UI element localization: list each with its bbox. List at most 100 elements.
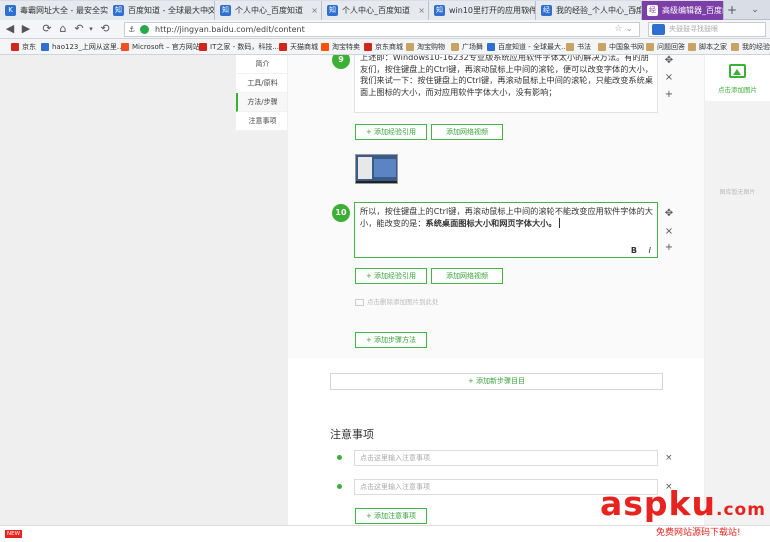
thumbnail-desktop	[374, 159, 396, 177]
bookmark-star-icon[interactable]: ☆ ⌄	[615, 23, 633, 36]
bookmark-item[interactable]: 书法	[566, 39, 591, 55]
bookmark-icon	[11, 43, 19, 51]
bookmark-item[interactable]: 中国象书网	[598, 39, 644, 55]
bold-format-button[interactable]: B	[631, 246, 637, 255]
add-note-button[interactable]: + 添加注意事项	[355, 508, 427, 524]
bookmark-item[interactable]: IT之家 - 数码，科技...	[199, 39, 279, 55]
add-section-button[interactable]: + 添加新步骤目目	[330, 373, 663, 390]
add-video-button[interactable]: 添加网络视频	[431, 124, 503, 140]
bookmark-item[interactable]: 淘宝特卖	[321, 39, 360, 55]
bookmark-item[interactable]: hao123_上网从这里...	[41, 39, 124, 55]
close-icon[interactable]: ×	[662, 72, 676, 83]
notes-title: 注意事项	[330, 428, 374, 441]
tab-bar: K 毒霸网址大全 - 最安全实... × 知 百度知道 - 全球最大中文... …	[0, 0, 770, 20]
baidu-zhidao-icon: 知	[113, 5, 124, 16]
site-info-icon[interactable]: ⚓	[128, 23, 135, 36]
browser-tab[interactable]: 知 个人中心_百度知道 ×	[322, 1, 429, 20]
browser-tab-active[interactable]: 经 高级编辑器_百度经验	[642, 1, 724, 20]
bookmark-label: Microsoft – 官方网站	[132, 43, 200, 51]
add-video-button[interactable]: 添加网络视频	[431, 268, 503, 284]
url-field[interactable]: ⚓ http://jingyan.baidu.com/edit/content …	[124, 22, 640, 37]
folder-icon	[646, 43, 654, 51]
add-reference-button[interactable]: + 添加经验引用	[355, 124, 427, 140]
tab-label: 高级编辑器_百度经验	[662, 6, 723, 15]
nav-item-steps[interactable]: 方法/步骤	[236, 93, 287, 112]
home-icon[interactable]: ⌂	[56, 22, 70, 36]
move-icon[interactable]: ✥	[662, 208, 676, 219]
close-icon[interactable]: ×	[204, 1, 211, 20]
bookmark-item[interactable]: 广场舞	[451, 39, 483, 55]
browser-tab[interactable]: K 毒霸网址大全 - 最安全实... ×	[0, 1, 117, 20]
watermark-tagline: 免费网站源码下载站!	[656, 528, 741, 538]
folder-icon	[566, 43, 574, 51]
baidu-zhidao-icon: 知	[327, 5, 338, 16]
close-icon[interactable]: ×	[311, 1, 318, 20]
watermark-brand-text: aspku	[600, 484, 716, 523]
refresh-icon[interactable]: ⟳	[40, 22, 54, 36]
italic-format-button[interactable]: I	[649, 246, 651, 255]
back-icon[interactable]: ◀	[3, 22, 17, 36]
nav-item-tools[interactable]: 工具/原料	[236, 74, 287, 93]
nav-item-notes[interactable]: 注意事项	[236, 112, 287, 131]
step-text-bold: 系统桌面图标大小和网页字体大小。	[425, 217, 557, 228]
bookmark-item[interactable]: 脚本之家	[688, 39, 727, 55]
close-icon[interactable]: ×	[662, 226, 676, 237]
bookmark-label: 中国象书网	[609, 43, 644, 51]
add-image-button[interactable]: 点击添加图片	[705, 55, 770, 101]
browser-tab[interactable]: 知 百度知道 - 全球最大中文... ×	[108, 1, 215, 20]
browser-tab[interactable]: 知 win10里打开的应用软件... ×	[429, 1, 536, 20]
search-engine-icon[interactable]	[652, 24, 665, 35]
move-icon[interactable]: ✥	[662, 55, 676, 66]
thumbnail-taskbar	[356, 181, 397, 183]
history-icon[interactable]: ⟲	[98, 22, 112, 36]
step-number: 9	[332, 55, 350, 69]
bookmark-item[interactable]: 百度知道 - 全球最大...	[487, 39, 568, 55]
forward-icon[interactable]: ▶	[19, 22, 33, 36]
url-text[interactable]: http://jingyan.baidu.com/edit/content	[155, 23, 305, 36]
bookmark-label: 广场舞	[462, 43, 483, 51]
search-field[interactable]: 夹鼓鼓寻找鼓眼	[648, 22, 766, 37]
bookmark-item[interactable]: 淘宝购物	[406, 39, 445, 55]
bookmark-icon	[321, 43, 329, 51]
tab-menu-icon[interactable]: ⌄	[746, 3, 764, 17]
tab-label: 毒霸网址大全 - 最安全实...	[20, 6, 116, 15]
add-icon[interactable]: +	[662, 242, 676, 253]
browser-tab[interactable]: 经 我的经验_个人中心_百度... ×	[536, 1, 642, 20]
step-text-editor[interactable]: 上述即：Windows10-16232专业版系统应用软件字体太小的解决方法。有的…	[354, 55, 658, 113]
close-icon[interactable]: ×	[525, 1, 532, 20]
bookmark-item[interactable]: 京东商城	[364, 39, 403, 55]
bookmark-label: 京东	[22, 43, 36, 51]
add-icon[interactable]: +	[662, 89, 676, 100]
step-text-editor-active[interactable]: 所以，按住键盘上的Ctrl键，再滚动鼠标上中间的滚轮不能改变应用软件字体的大小，…	[354, 202, 658, 258]
add-reference-button[interactable]: + 添加经验引用	[355, 268, 427, 284]
nav-item-intro[interactable]: 简介	[236, 55, 287, 74]
bookmark-item[interactable]: 问题回答	[646, 39, 685, 55]
editor-content: 9 上述即：Windows10-16232专业版系统应用软件字体太小的解决方法。…	[288, 55, 704, 358]
step-image-thumbnail[interactable]	[355, 154, 398, 184]
baidu-zhidao-icon: 知	[434, 5, 445, 16]
upload-hint-text: 点击删除添加图片到此处	[367, 298, 439, 306]
secure-shield-icon	[140, 25, 149, 34]
folder-icon	[406, 43, 414, 51]
image-upload-hint[interactable]: 点击删除添加图片到此处	[355, 296, 439, 306]
bookmark-item[interactable]: Microsoft – 官方网站	[121, 39, 200, 55]
add-method-button[interactable]: + 添加步骤方法	[355, 332, 427, 348]
bookmark-item[interactable]: 京东	[11, 39, 36, 55]
search-placeholder: 夹鼓鼓寻找鼓眼	[669, 25, 718, 33]
tab-label: 我的经验_个人中心_百度...	[556, 6, 641, 15]
close-icon[interactable]: ×	[665, 453, 673, 463]
page-body: 简介 工具/原料 方法/步骤 注意事项 9 上述即：Windows10-1623…	[0, 55, 770, 525]
watermark-brand: aspku.com	[600, 486, 766, 528]
image-icon	[355, 298, 364, 306]
note-input[interactable]: 点击这里输入注意事项	[354, 450, 658, 466]
bookmark-label: 脚本之家	[699, 43, 727, 51]
new-tab-plus-icon[interactable]: +	[724, 2, 740, 18]
bookmark-item[interactable]: 我的经验	[731, 39, 770, 55]
undo-dropdown-icon[interactable]: ▾	[84, 22, 98, 36]
bookmark-item[interactable]: 天猫商城	[279, 39, 318, 55]
browser-tab[interactable]: 知 个人中心_百度知道 ×	[215, 1, 322, 20]
new-badge: NEW	[5, 530, 23, 538]
close-icon[interactable]: ×	[418, 1, 425, 20]
close-icon[interactable]: ×	[631, 1, 638, 20]
bookmark-label: 书法	[577, 43, 591, 51]
